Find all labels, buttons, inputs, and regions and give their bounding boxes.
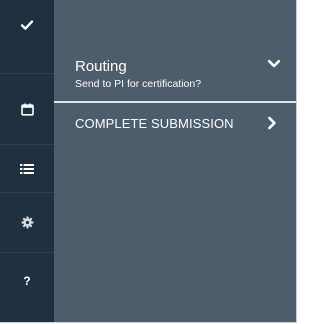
routing-title: Routing xyxy=(75,58,127,75)
complete-submission-label: COMPLETE SUBMISSION xyxy=(75,116,234,131)
sidebar-rail: ? xyxy=(0,0,54,322)
rail-item-calendar[interactable] xyxy=(0,73,54,144)
routing-subtitle: Send to PI for certification? xyxy=(75,78,202,90)
rail-item-check[interactable] xyxy=(0,0,54,49)
routing-panel: Routing Send to PI for certification? CO… xyxy=(54,0,296,322)
app-frame: ? Routing Send to PI for certification? … xyxy=(0,0,297,323)
rail-item-list[interactable] xyxy=(0,144,54,192)
complete-submission-button[interactable]: COMPLETE SUBMISSION xyxy=(54,110,296,136)
calendar-icon xyxy=(20,103,34,116)
rail-item-settings[interactable] xyxy=(0,192,54,252)
section-divider xyxy=(54,101,296,103)
list-icon xyxy=(20,163,34,174)
gear-icon xyxy=(21,216,33,229)
chevron-down-icon[interactable] xyxy=(266,56,282,72)
rail-item-help[interactable]: ? xyxy=(0,252,54,308)
question-icon: ? xyxy=(23,273,31,288)
chevron-right-icon xyxy=(268,116,276,130)
check-icon xyxy=(20,19,34,30)
